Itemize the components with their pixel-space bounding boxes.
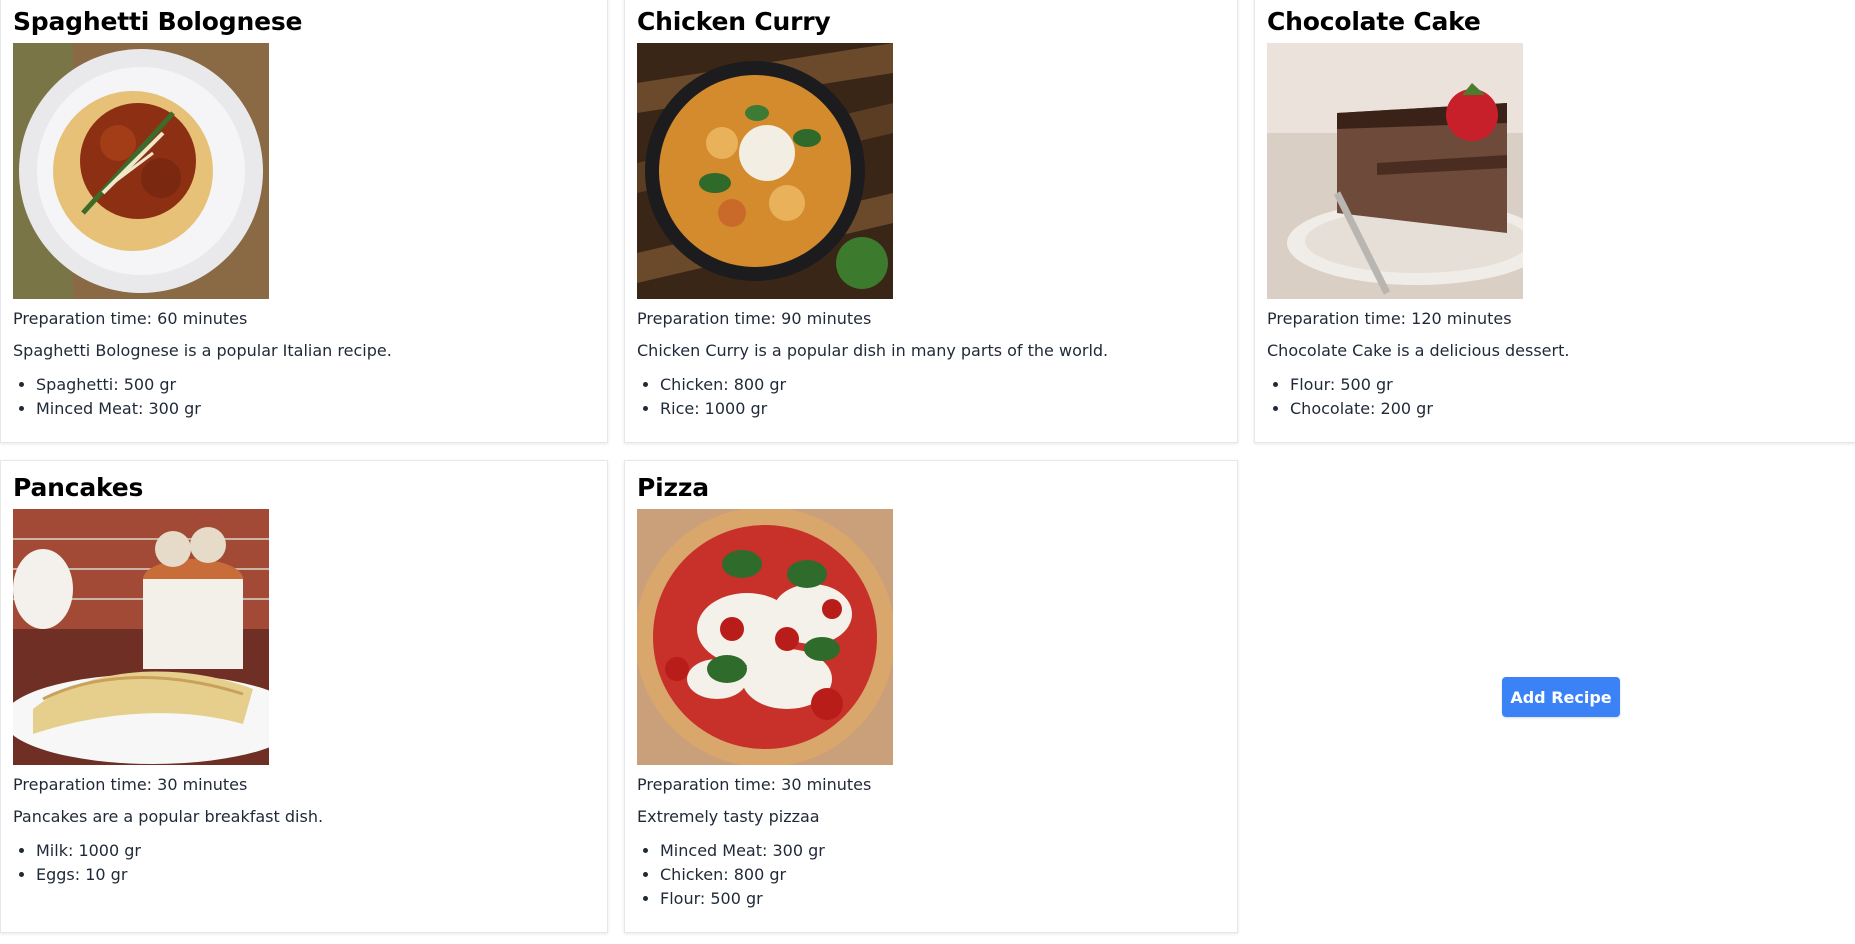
- ingredient-list: Minced Meat: 300 gr Chicken: 800 gr Flou…: [637, 839, 1225, 911]
- recipe-card-chocolate-cake: Chocolate Cake Preparation time: 120 min…: [1254, 0, 1855, 443]
- ingredient-list: Chicken: 800 gr Rice: 1000 gr: [637, 373, 1225, 421]
- cake-photo: [1267, 43, 1523, 299]
- prep-time: Preparation time: 30 minutes: [637, 775, 872, 794]
- recipe-title: Pancakes: [13, 473, 144, 502]
- recipe-title: Chocolate Cake: [1267, 7, 1481, 36]
- ingredient-item: Minced Meat: 300 gr: [36, 397, 595, 421]
- recipe-card-spaghetti-bolognese: Spaghetti Bolognese Preparation time: 60…: [0, 0, 608, 443]
- recipe-description: Spaghetti Bolognese is a popular Italian…: [13, 341, 392, 360]
- add-recipe-button[interactable]: Add Recipe: [1502, 677, 1620, 717]
- ingredient-list: Milk: 1000 gr Eggs: 10 gr: [13, 839, 595, 887]
- prep-time: Preparation time: 90 minutes: [637, 309, 872, 328]
- ingredient-item: Rice: 1000 gr: [660, 397, 1225, 421]
- ingredient-list: Spaghetti: 500 gr Minced Meat: 300 gr: [13, 373, 595, 421]
- pizza-photo: [637, 509, 893, 765]
- recipe-description: Chocolate Cake is a delicious dessert.: [1267, 341, 1570, 360]
- ingredient-list: Flour: 500 gr Chocolate: 200 gr: [1267, 373, 1855, 421]
- ingredient-item: Milk: 1000 gr: [36, 839, 595, 863]
- prep-time: Preparation time: 60 minutes: [13, 309, 248, 328]
- recipe-description: Chicken Curry is a popular dish in many …: [637, 341, 1109, 360]
- pancakes-photo: [13, 509, 269, 765]
- recipe-card-chicken-curry: Chicken Curry Preparation time: 90 minut…: [624, 0, 1238, 443]
- ingredient-item: Eggs: 10 gr: [36, 863, 595, 887]
- recipe-description: Extremely tasty pizzaa: [637, 807, 820, 826]
- ingredient-item: Chicken: 800 gr: [660, 373, 1225, 397]
- ingredient-item: Flour: 500 gr: [660, 887, 1225, 911]
- ingredient-item: Flour: 500 gr: [1290, 373, 1855, 397]
- recipe-title: Chicken Curry: [637, 7, 831, 36]
- recipe-title: Pizza: [637, 473, 709, 502]
- recipe-card-pancakes: Pancakes Preparation time: 30 minutes Pa…: [0, 460, 608, 933]
- recipe-card-pizza: Pizza Preparation time: 30 minutes Extre…: [624, 460, 1238, 933]
- ingredient-item: Minced Meat: 300 gr: [660, 839, 1225, 863]
- prep-time: Preparation time: 30 minutes: [13, 775, 248, 794]
- spaghetti-photo: [13, 43, 269, 299]
- curry-photo: [637, 43, 893, 299]
- ingredient-item: Chicken: 800 gr: [660, 863, 1225, 887]
- ingredient-item: Spaghetti: 500 gr: [36, 373, 595, 397]
- prep-time: Preparation time: 120 minutes: [1267, 309, 1512, 328]
- ingredient-item: Chocolate: 200 gr: [1290, 397, 1855, 421]
- recipe-description: Pancakes are a popular breakfast dish.: [13, 807, 324, 826]
- recipe-title: Spaghetti Bolognese: [13, 7, 303, 36]
- recipe-grid: Spaghetti Bolognese Preparation time: 60…: [0, 0, 1855, 944]
